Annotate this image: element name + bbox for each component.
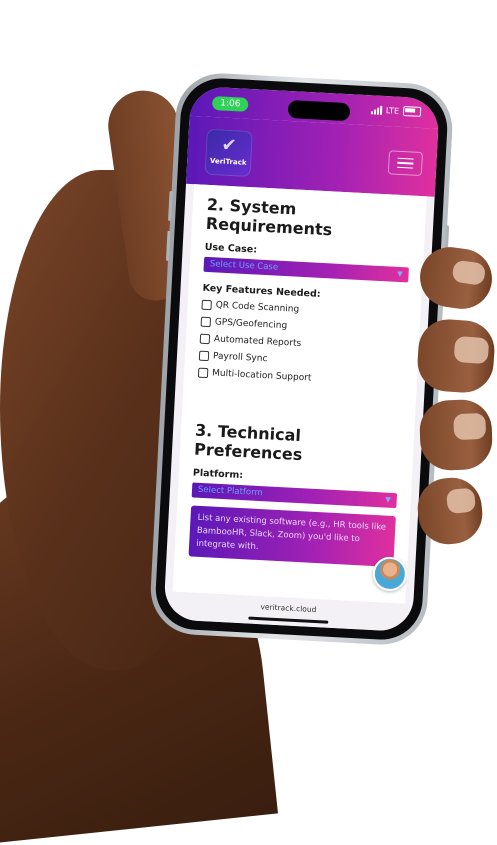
feature-label: GPS/Geofencing [214,316,288,331]
check-badge-icon: ✔ [220,134,238,157]
phone-bezel: 1:06 LTE ✔ VeriTrack 2. System Requireme… [153,76,450,642]
hand-finger [415,317,497,395]
dynamic-island [287,99,351,122]
veritrack-logo[interactable]: ✔ VeriTrack [204,128,253,178]
form-content: 2. System Requirements Use Case: Select … [172,184,427,604]
volume-down-button [165,230,171,261]
feature-label: Automated Reports [213,333,302,349]
hand-finger [418,398,494,472]
integrations-placeholder: List any existing software (e.g., HR too… [195,512,387,553]
hamburger-icon [397,157,414,160]
chevron-down-icon: ▼ [385,495,391,504]
checkbox[interactable] [201,299,212,310]
status-time: 1:06 [211,95,249,112]
integrations-textarea[interactable]: List any existing software (e.g., HR too… [188,505,396,568]
checkbox[interactable] [199,333,211,344]
hamburger-menu-button[interactable] [387,150,423,177]
volume-up-button [168,190,173,221]
platform-value: Select Platform [197,484,263,499]
checkbox[interactable] [200,316,212,327]
logo-brand-text: VeriTrack [209,156,247,167]
section-technical-preferences: 3. Technical Preferences Platform: Selec… [188,421,401,568]
signal-icon [370,105,383,115]
app-header: ✔ VeriTrack [186,115,439,197]
network-label: LTE [385,105,400,116]
feature-label: QR Code Scanning [215,299,300,315]
feature-label: Multi-location Support [211,367,312,384]
use-case-value: Select Use Case [209,259,279,273]
feature-label: Payroll Sync [212,350,268,364]
url-text: veritrack.cloud [260,602,317,615]
phone-device: 1:06 LTE ✔ VeriTrack 2. System Requireme… [148,71,455,647]
support-chat-avatar[interactable] [372,556,408,592]
status-indicators: LTE [370,104,422,117]
checkbox[interactable] [198,350,210,361]
section-system-requirements: 2. System Requirements Use Case: Select … [197,195,412,391]
home-indicator[interactable] [247,616,328,624]
battery-icon [402,105,422,117]
checkbox[interactable] [197,367,209,378]
chevron-down-icon: ▼ [396,269,403,279]
phone-screen: 1:06 LTE ✔ VeriTrack 2. System Requireme… [163,85,440,633]
